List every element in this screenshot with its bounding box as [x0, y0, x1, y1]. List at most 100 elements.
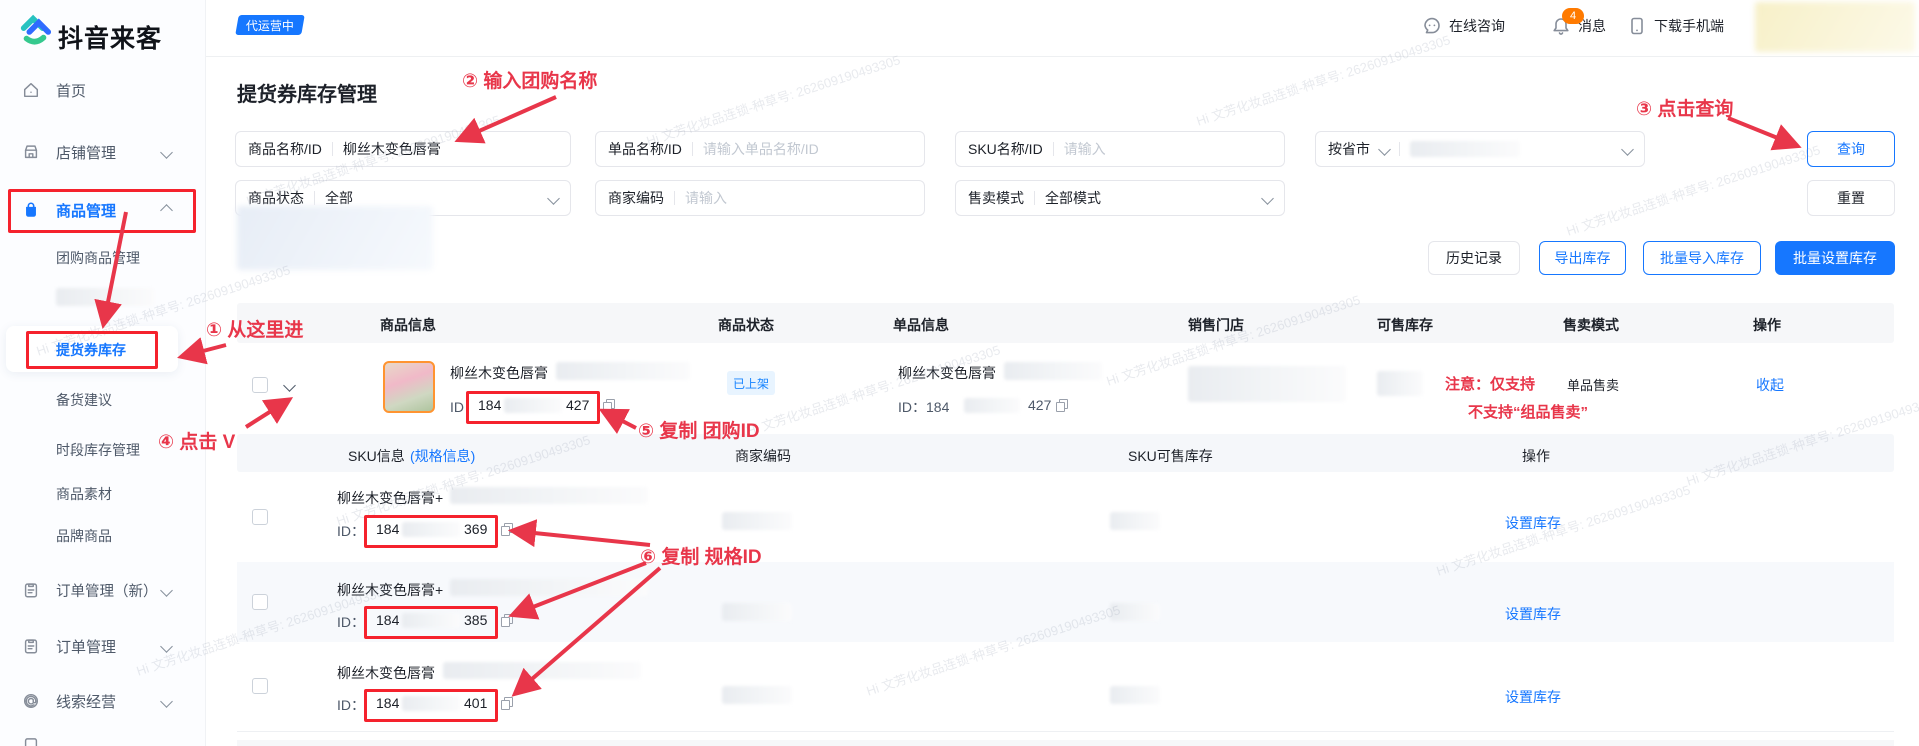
sidebar-item-brand-goods[interactable]: 品牌商品: [0, 522, 205, 550]
row-checkbox[interactable]: [252, 678, 268, 694]
download-app-link[interactable]: 下载手机端: [1627, 16, 1724, 36]
reset-button[interactable]: 重置: [1807, 180, 1895, 216]
divider: [1399, 142, 1400, 156]
redacted-product-id: [504, 398, 562, 413]
redacted-single-id: [964, 398, 1020, 413]
batch-set-stock-button[interactable]: 批量设置库存: [1775, 241, 1895, 275]
product-id-end: 427: [566, 397, 590, 413]
divider: [331, 142, 333, 156]
sidebar-item-clue-management[interactable]: 线索经营: [0, 687, 205, 715]
sidebar-nav: 抖音来客 首页 店铺管理 商品管理 团购商品管理 提货券库存 备货建议 时段库存…: [0, 0, 206, 746]
page-title: 提货券库存管理: [237, 84, 377, 106]
copy-icon[interactable]: [501, 614, 513, 627]
set-stock-link[interactable]: 设置库存: [1505, 687, 1561, 707]
sku-id-label: ID：: [337, 523, 365, 539]
sku-col-header-info: SKU信息: [348, 448, 405, 464]
sidebar-item-voucher-stock[interactable]: 提货券库存: [0, 336, 205, 364]
sidebar-item-group-goods[interactable]: 团购商品管理: [0, 244, 205, 272]
filter-value: 全部模式: [1045, 190, 1101, 206]
sku-name: 柳丝木变色唇膏+: [337, 582, 444, 598]
sell-mode-value: 单品售卖: [1567, 378, 1620, 393]
single-item-filter-input[interactable]: 单品名称/ID 请输入单品名称/ID: [595, 131, 925, 167]
sidebar-item-goods-material[interactable]: 商品素材: [0, 480, 205, 508]
agent-operating-badge: 代运营中: [235, 15, 305, 35]
redacted-store: [1188, 366, 1346, 402]
export-stock-button[interactable]: 导出库存: [1539, 241, 1626, 275]
table-divider: [237, 731, 1894, 732]
redacted-sku-stock: [1110, 512, 1160, 530]
set-stock-link[interactable]: 设置库存: [1505, 513, 1561, 533]
sell-mode-filter-select[interactable]: 售卖模式 全部模式: [955, 180, 1285, 216]
phone-icon: [1631, 17, 1643, 35]
chevron-down-icon: [1621, 142, 1634, 156]
sidebar-item-goods-management[interactable]: 商品管理: [0, 196, 205, 224]
sku-col-header-action: 操作: [1522, 448, 1550, 464]
redacted-merchant-code: [722, 603, 792, 621]
messages-link[interactable]: 4 消息: [1551, 8, 1606, 36]
row-checkbox[interactable]: [252, 509, 268, 525]
copy-icon[interactable]: [501, 523, 513, 536]
set-stock-link[interactable]: 设置库存: [1505, 604, 1561, 624]
annotation-2: ② 输入团购名称: [462, 71, 598, 92]
divider: [1034, 191, 1035, 205]
sku-col-header-stock: SKU可售库存: [1128, 448, 1213, 464]
redacted-sku-name: [450, 579, 648, 596]
copy-icon[interactable]: [501, 697, 513, 710]
online-consult-label: 在线咨询: [1449, 18, 1505, 34]
single-item-name: 柳丝木变色唇膏: [898, 365, 996, 381]
sidebar-item-label: 商品管理: [56, 202, 117, 220]
sell-mode-note-red: 注意：仅支持: [1445, 376, 1536, 393]
chevron-down-icon: [1261, 191, 1274, 205]
col-header-product-status: 商品状态: [718, 317, 774, 333]
chevron-up-icon: [160, 203, 173, 217]
row-checkbox[interactable]: [252, 377, 268, 393]
col-header-action: 操作: [1753, 317, 1781, 333]
sidebar-item-period-stock[interactable]: 时段库存管理: [0, 436, 205, 464]
top-bar: 代运营中 在线咨询 4 消息 下载手机端: [205, 0, 1919, 57]
history-button[interactable]: 历史记录: [1428, 241, 1520, 275]
col-header-sell-mode: 售卖模式: [1563, 317, 1619, 333]
sku-spec-info-link[interactable]: (规格信息): [410, 446, 475, 466]
product-name-filter-input[interactable]: 商品名称/ID 柳丝木变色唇膏: [235, 131, 571, 167]
sku-id-start: 184: [376, 521, 400, 537]
copy-icon[interactable]: [1056, 399, 1068, 412]
redacted-sku-id: [402, 696, 460, 711]
search-button[interactable]: 查询: [1807, 131, 1895, 167]
redacted-sku-name: [450, 487, 648, 504]
sidebar-item-order-management[interactable]: 订单管理: [0, 632, 205, 660]
col-header-product-info: 商品信息: [380, 317, 436, 333]
merchant-code-filter-input[interactable]: 商家编码 请输入: [595, 180, 925, 216]
sku-name-filter-input[interactable]: SKU名称/ID 请输入: [955, 131, 1285, 167]
redacted-sku-id: [402, 613, 460, 628]
sidebar-item-home[interactable]: 首页: [0, 76, 205, 104]
sidebar-item-label: 团购商品管理: [56, 250, 140, 266]
sku-header-row: [237, 434, 1894, 472]
col-header-single-info: 单品信息: [893, 317, 949, 333]
sidebar-item-label: 店铺管理: [56, 144, 117, 162]
sidebar-item-order-management-new[interactable]: 订单管理（新）: [0, 576, 205, 604]
sidebar-item-label: 首页: [56, 82, 87, 100]
sku-id-label: ID：: [337, 697, 365, 713]
sidebar-item-shop-management[interactable]: 店铺管理: [0, 138, 205, 166]
sidebar-item-stock-advice[interactable]: 备货建议: [0, 386, 205, 414]
copy-icon[interactable]: [603, 399, 615, 412]
batch-import-stock-button[interactable]: 批量导入库存: [1643, 241, 1761, 275]
download-app-label: 下载手机端: [1654, 18, 1724, 34]
row-checkbox[interactable]: [252, 594, 268, 610]
redacted-sidebar-item: [56, 288, 154, 306]
laike-logo-text: 抖音来客: [58, 25, 163, 53]
region-filter-select[interactable]: 按省市: [1315, 131, 1645, 167]
next-row-edge: [237, 740, 1894, 746]
sidebar-item-label: 线索经营: [56, 693, 117, 711]
collapse-link[interactable]: 收起: [1756, 375, 1784, 395]
expand-chevron-icon[interactable]: [283, 379, 296, 392]
col-header-store: 销售门店: [1188, 317, 1244, 333]
sidebar-item-label: 提货券库存: [56, 342, 126, 358]
filter-placeholder: 请输入: [1063, 141, 1106, 157]
online-consult-link[interactable]: 在线咨询: [1422, 16, 1505, 36]
sku-id-end: 369: [464, 521, 488, 537]
message-count-badge: 4: [1562, 8, 1584, 24]
filter-label: SKU名称/ID: [968, 141, 1043, 157]
single-item-id-end: 427: [1028, 397, 1052, 413]
sku-col-header-code: 商家编码: [735, 448, 791, 464]
